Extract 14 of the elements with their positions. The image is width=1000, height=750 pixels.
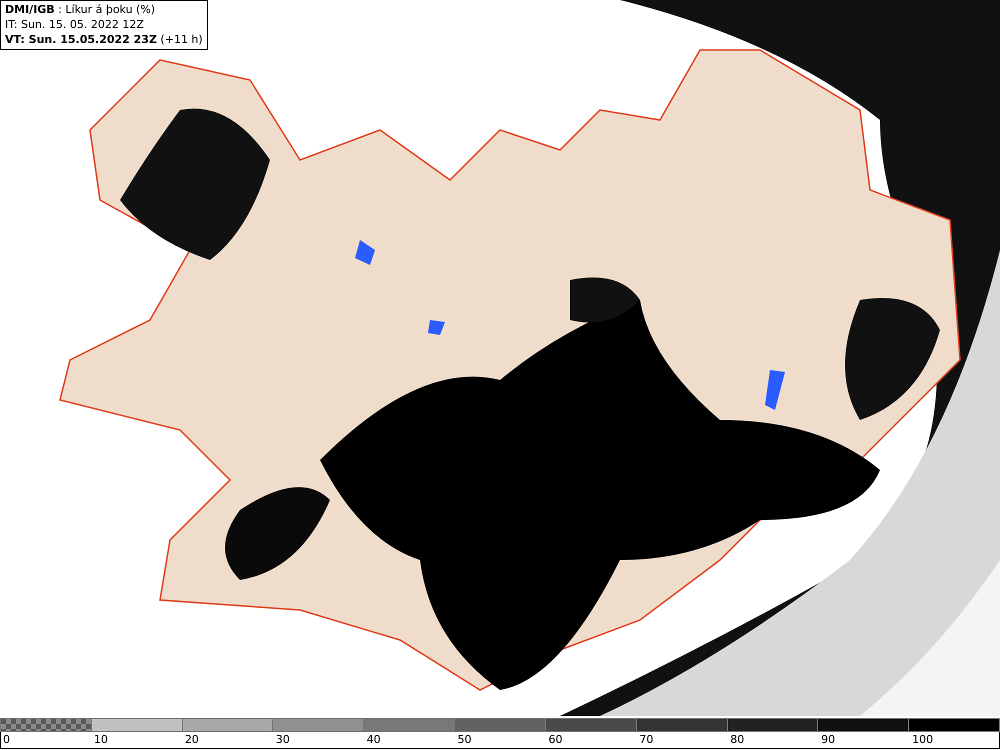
scale-label: 20 <box>184 733 199 747</box>
scale-label: 30 <box>276 733 290 747</box>
title-text: VT: Sun. 15.05.2022 23Z (+11 h) <box>5 33 203 47</box>
scale-label: 80 <box>730 733 744 747</box>
scale-label: 100 <box>912 733 934 747</box>
scale-label: 50 <box>458 733 472 747</box>
scale-label: 70 <box>639 733 654 747</box>
scale-label: 40 <box>366 733 381 747</box>
title-text: IT: Sun. 15. 05. 2022 12Z <box>5 18 145 32</box>
title-text: DMI/IGB : Líkur á þoku (%) <box>5 3 156 17</box>
scale-label: 90 <box>821 733 836 747</box>
scale-label: 10 <box>94 733 108 747</box>
scale-label: 60 <box>548 733 562 747</box>
scale-label: 0 <box>3 733 10 747</box>
